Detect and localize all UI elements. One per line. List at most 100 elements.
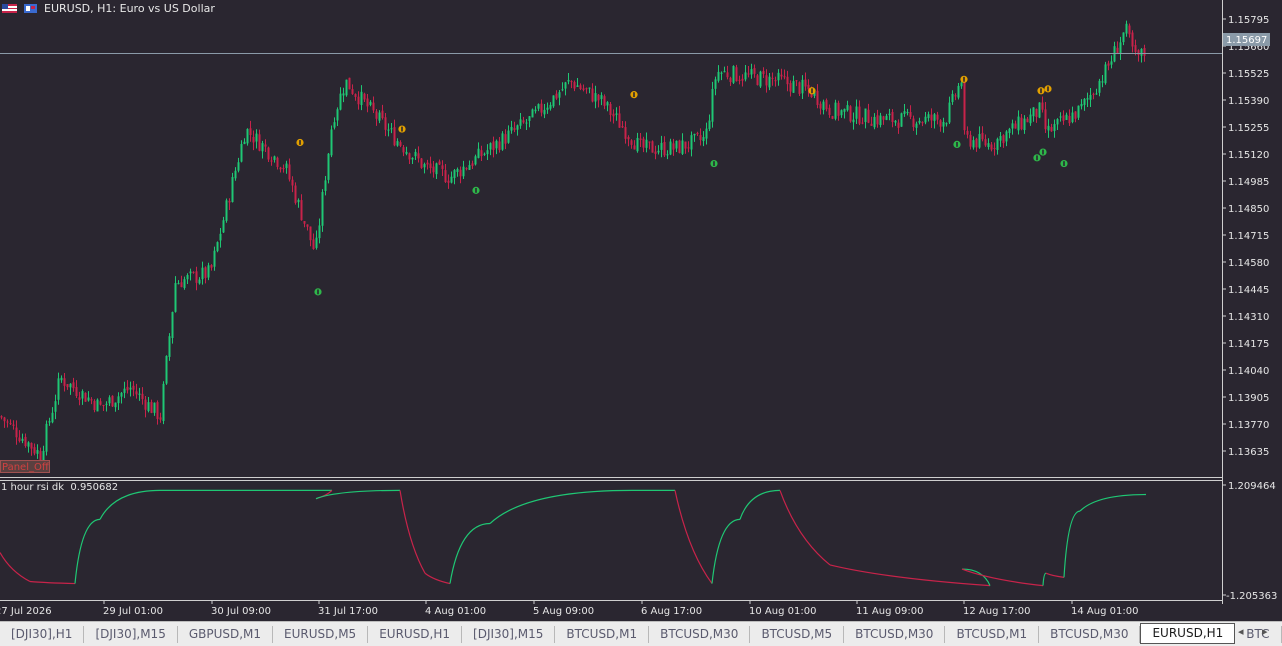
chart-tab[interactable]: GBPUSD,M1 <box>178 625 274 643</box>
candle-body <box>843 108 846 112</box>
chart-tab[interactable]: [DJI30],H1 <box>0 625 85 643</box>
candle-body <box>816 90 819 105</box>
candle-body <box>297 199 300 203</box>
chart-tab[interactable]: EURUSD,H1 <box>368 625 463 643</box>
candle-body <box>930 114 933 121</box>
chart-tab[interactable]: BTCUSD,M1 <box>945 625 1040 643</box>
candle-body <box>630 140 633 145</box>
chart-tab[interactable]: BTCUSD,M1 <box>555 625 650 643</box>
candle-body <box>702 137 705 142</box>
candle-body <box>615 113 618 115</box>
time-axis-label: 6 Aug 17:00 <box>641 606 702 617</box>
candle-body <box>1116 47 1119 54</box>
candle-body <box>1101 81 1104 83</box>
candle-body <box>597 94 600 101</box>
candle-body <box>195 271 198 283</box>
chart-tab[interactable]: [DJI30],M15 <box>84 625 178 643</box>
candle-body <box>1026 118 1029 123</box>
candle-body <box>984 139 987 146</box>
candle-body <box>231 177 234 203</box>
chart-tab[interactable]: EURUSD,H1 <box>1140 622 1236 644</box>
chart-tab[interactable]: BTCUSD,M30 <box>844 625 946 643</box>
candle-body <box>456 169 459 172</box>
candle-body <box>1059 116 1062 118</box>
candle-body <box>960 82 963 87</box>
candle-body <box>345 79 348 96</box>
candle-body <box>357 96 360 105</box>
candle-body <box>282 168 285 170</box>
candle-body <box>1014 123 1017 129</box>
price-axis-label: 1.14310 <box>1228 312 1269 323</box>
candle-body <box>900 113 903 127</box>
candle-body <box>498 141 501 150</box>
candle-body <box>459 169 462 177</box>
price-axis-label: 1.14175 <box>1228 339 1269 350</box>
candle-body <box>972 140 975 148</box>
candle-body <box>765 75 768 86</box>
chart-tab[interactable]: EURUSD,M5 <box>273 625 369 643</box>
candle-body <box>735 67 738 82</box>
candle-body <box>189 271 192 274</box>
candle-body <box>315 237 318 248</box>
candle-body <box>390 128 393 130</box>
candle-body <box>180 282 183 288</box>
candle-body <box>171 312 174 339</box>
candle-body <box>222 220 225 233</box>
candle-body <box>33 447 36 454</box>
candle-body <box>762 71 765 75</box>
candle-body <box>876 115 879 125</box>
candle-body <box>405 151 408 154</box>
chart-tab[interactable]: BTCUSD,M30 <box>649 625 751 643</box>
candle-body <box>573 82 576 89</box>
candle-body <box>375 111 378 119</box>
candle-body <box>117 396 120 404</box>
price-axis-label: 1.15120 <box>1228 150 1269 161</box>
tab-scroll-left-icon[interactable]: ◂ <box>1238 625 1244 638</box>
candle-body <box>396 141 399 146</box>
candle-body <box>201 267 204 280</box>
chart-tab[interactable]: [DJI30],M15 <box>462 625 556 643</box>
candle-body <box>426 162 429 165</box>
chart-window-icon <box>24 4 37 13</box>
chart-tab[interactable]: BTCUSD,M5 <box>750 625 845 643</box>
candle-body <box>591 88 594 102</box>
candle-body <box>351 89 354 94</box>
candle-body <box>795 80 798 82</box>
candle-body <box>156 402 159 419</box>
candle-body <box>585 88 588 90</box>
candle-body <box>681 140 684 154</box>
candle-body <box>408 153 411 160</box>
candle-body <box>582 88 585 90</box>
signal-down-icon <box>1033 154 1041 162</box>
candle-body <box>1119 42 1122 54</box>
panel-off-button[interactable]: Panel_Off <box>0 460 50 473</box>
candle-body <box>831 116 834 119</box>
time-axis-label: 4 Aug 01:00 <box>425 606 486 617</box>
candle-body <box>18 437 21 442</box>
candle-body <box>609 104 612 115</box>
tab-scroll-right-icon[interactable]: ▸ <box>1262 625 1268 638</box>
candle-body <box>894 120 897 123</box>
candle-body <box>939 120 942 127</box>
candle-body <box>129 387 132 390</box>
candle-body <box>981 132 984 140</box>
candle-body <box>333 122 336 128</box>
candle-body <box>1056 119 1059 125</box>
candle-body <box>1086 98 1089 100</box>
candle-body <box>777 72 780 81</box>
chart-tab[interactable]: BTCUSD,M30 <box>1039 625 1141 643</box>
candle-body <box>240 144 243 162</box>
candle-body <box>870 123 873 126</box>
us-flag-icon <box>2 4 17 13</box>
candle-body <box>255 133 258 142</box>
chart-canvas[interactable]: 1.157951.156601.155251.153901.152551.151… <box>0 0 1282 621</box>
candle-body <box>516 125 519 130</box>
candle-body <box>87 397 90 401</box>
candle-body <box>966 130 969 135</box>
candle-body <box>948 102 951 123</box>
candle-body <box>750 69 753 75</box>
price-axis-label: 1.13905 <box>1228 393 1269 404</box>
candle-body <box>174 283 177 312</box>
candle-body <box>552 95 555 107</box>
candle-body <box>219 233 222 241</box>
